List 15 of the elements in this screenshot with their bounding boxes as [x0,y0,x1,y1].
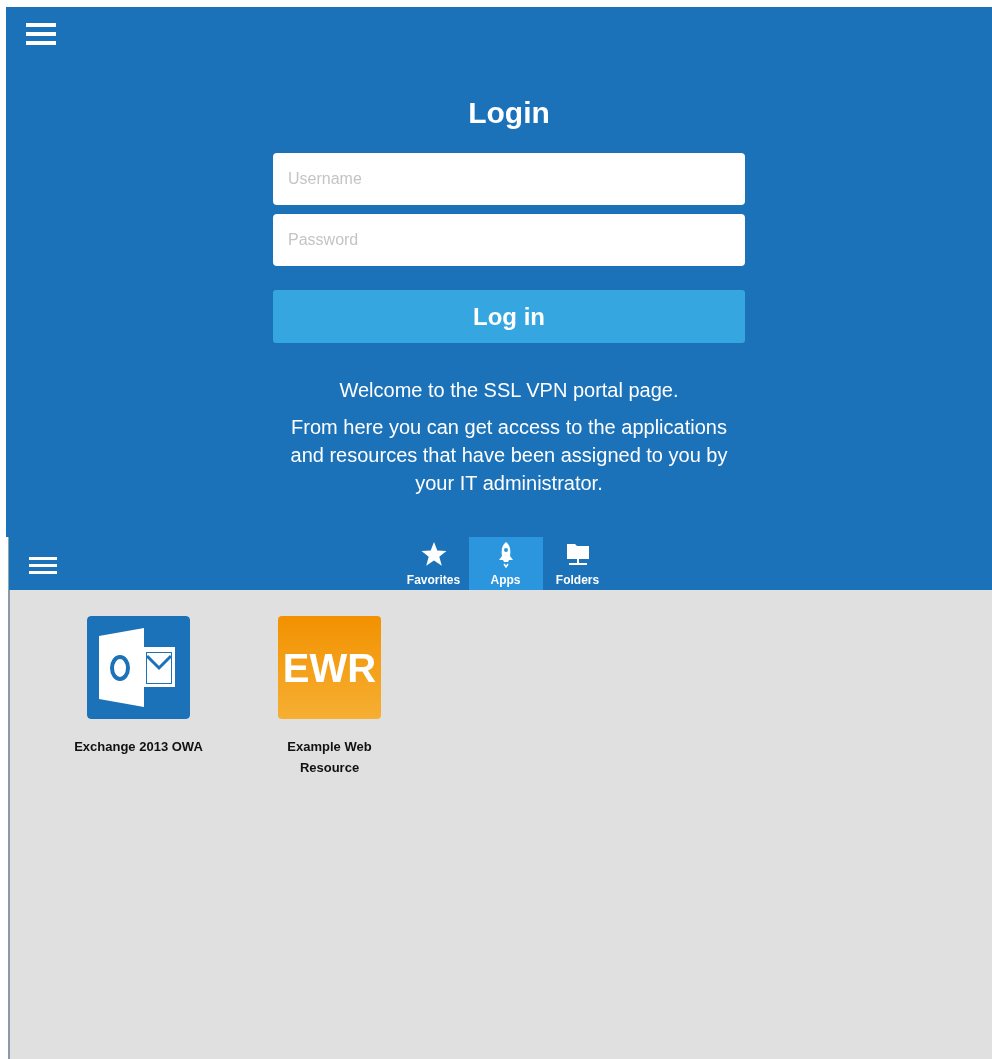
password-field[interactable]: Password [273,214,745,266]
tab[interactable]: Folders [542,537,613,590]
app-label[interactable]: Example Web Resource [264,736,395,778]
login-button[interactable]: Log in [273,290,745,343]
tab[interactable]: Apps [468,537,543,590]
info-text: From here you can get access to the applications and resources that have been assigned to you by your IT administrator. [289,415,729,496]
app-label[interactable]: Exchange 2013 OWA [73,736,204,757]
welcome-text: Welcome to the SSL VPN portal page. [338,378,680,403]
mail-app-icon[interactable] [87,616,190,719]
tab[interactable]: Favorites [398,537,469,590]
menu-icon[interactable] [29,555,59,577]
star-icon [419,541,448,569]
username-field[interactable]: Username [273,153,745,205]
login-title: Login [467,95,551,131]
menu-icon[interactable] [26,23,56,45]
